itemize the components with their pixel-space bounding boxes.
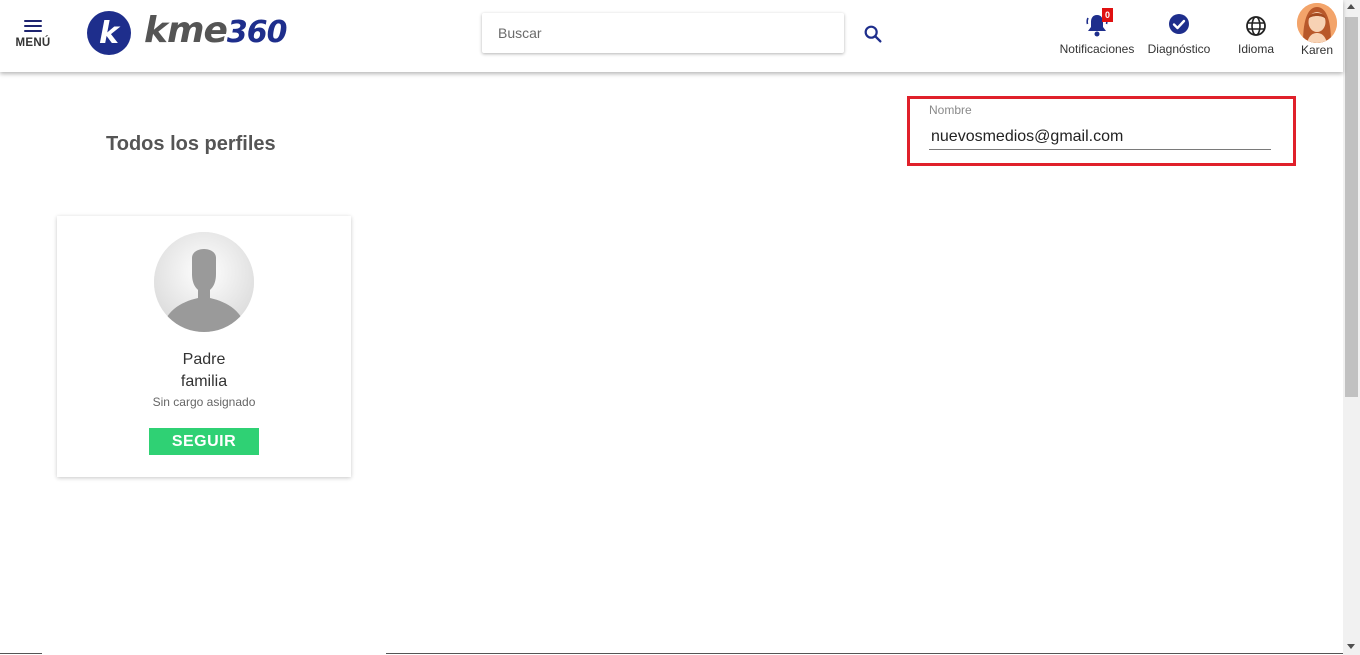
search-input[interactable]	[482, 13, 844, 53]
profile-position: Sin cargo asignado	[152, 395, 256, 409]
top-bar: MENÚ k kme360 0 Notificaciones	[0, 0, 1343, 72]
bottom-divider-right	[386, 653, 1343, 654]
logo-text-360: 360	[226, 15, 288, 50]
scroll-down-arrow-icon[interactable]	[1347, 644, 1355, 649]
profile-card: Padre familia Sin cargo asignado SEGUIR	[57, 216, 351, 477]
diagnostic-label: Diagnóstico	[1147, 42, 1211, 56]
page-scrollbar[interactable]	[1343, 0, 1360, 655]
hamburger-icon	[24, 20, 42, 32]
language-button[interactable]: Idioma	[1232, 12, 1280, 56]
logo-k-icon: k	[87, 11, 131, 55]
language-label: Idioma	[1237, 42, 1275, 56]
logo-text-kme: kme	[144, 10, 228, 51]
search-box	[482, 13, 844, 53]
follow-button[interactable]: SEGUIR	[149, 428, 259, 455]
name-field-label: Nombre	[929, 103, 972, 117]
profile-name-line1: Padre	[182, 351, 226, 368]
menu-label: MENÚ	[15, 37, 51, 49]
logo[interactable]: k kme360	[86, 10, 306, 56]
notifications-label: Notificaciones	[1059, 42, 1135, 56]
logo-text: kme360	[144, 10, 287, 51]
search-icon[interactable]	[862, 23, 884, 45]
name-filter-field: Nombre	[907, 96, 1296, 166]
notification-count-badge: 0	[1102, 8, 1113, 22]
page-title: Todos los perfiles	[106, 133, 276, 155]
scroll-up-arrow-icon[interactable]	[1347, 4, 1355, 9]
profile-avatar	[154, 232, 254, 332]
notifications-button[interactable]: 0 Notificaciones	[1056, 8, 1138, 56]
name-input[interactable]	[929, 124, 1271, 150]
menu-button[interactable]: MENÚ	[12, 17, 54, 53]
profile-name-line2: familia	[180, 373, 228, 390]
scroll-thumb[interactable]	[1345, 17, 1358, 397]
logo-letter: k	[99, 16, 121, 51]
check-circle-icon	[1167, 12, 1191, 40]
globe-icon	[1244, 12, 1268, 40]
bell-icon: 0	[1085, 8, 1113, 40]
diagnostic-button[interactable]: Diagnóstico	[1144, 12, 1214, 56]
user-avatar[interactable]	[1297, 3, 1337, 43]
user-name: Karen	[1300, 43, 1334, 57]
user-placeholder-icon	[154, 232, 254, 332]
bottom-divider-left	[0, 653, 42, 654]
